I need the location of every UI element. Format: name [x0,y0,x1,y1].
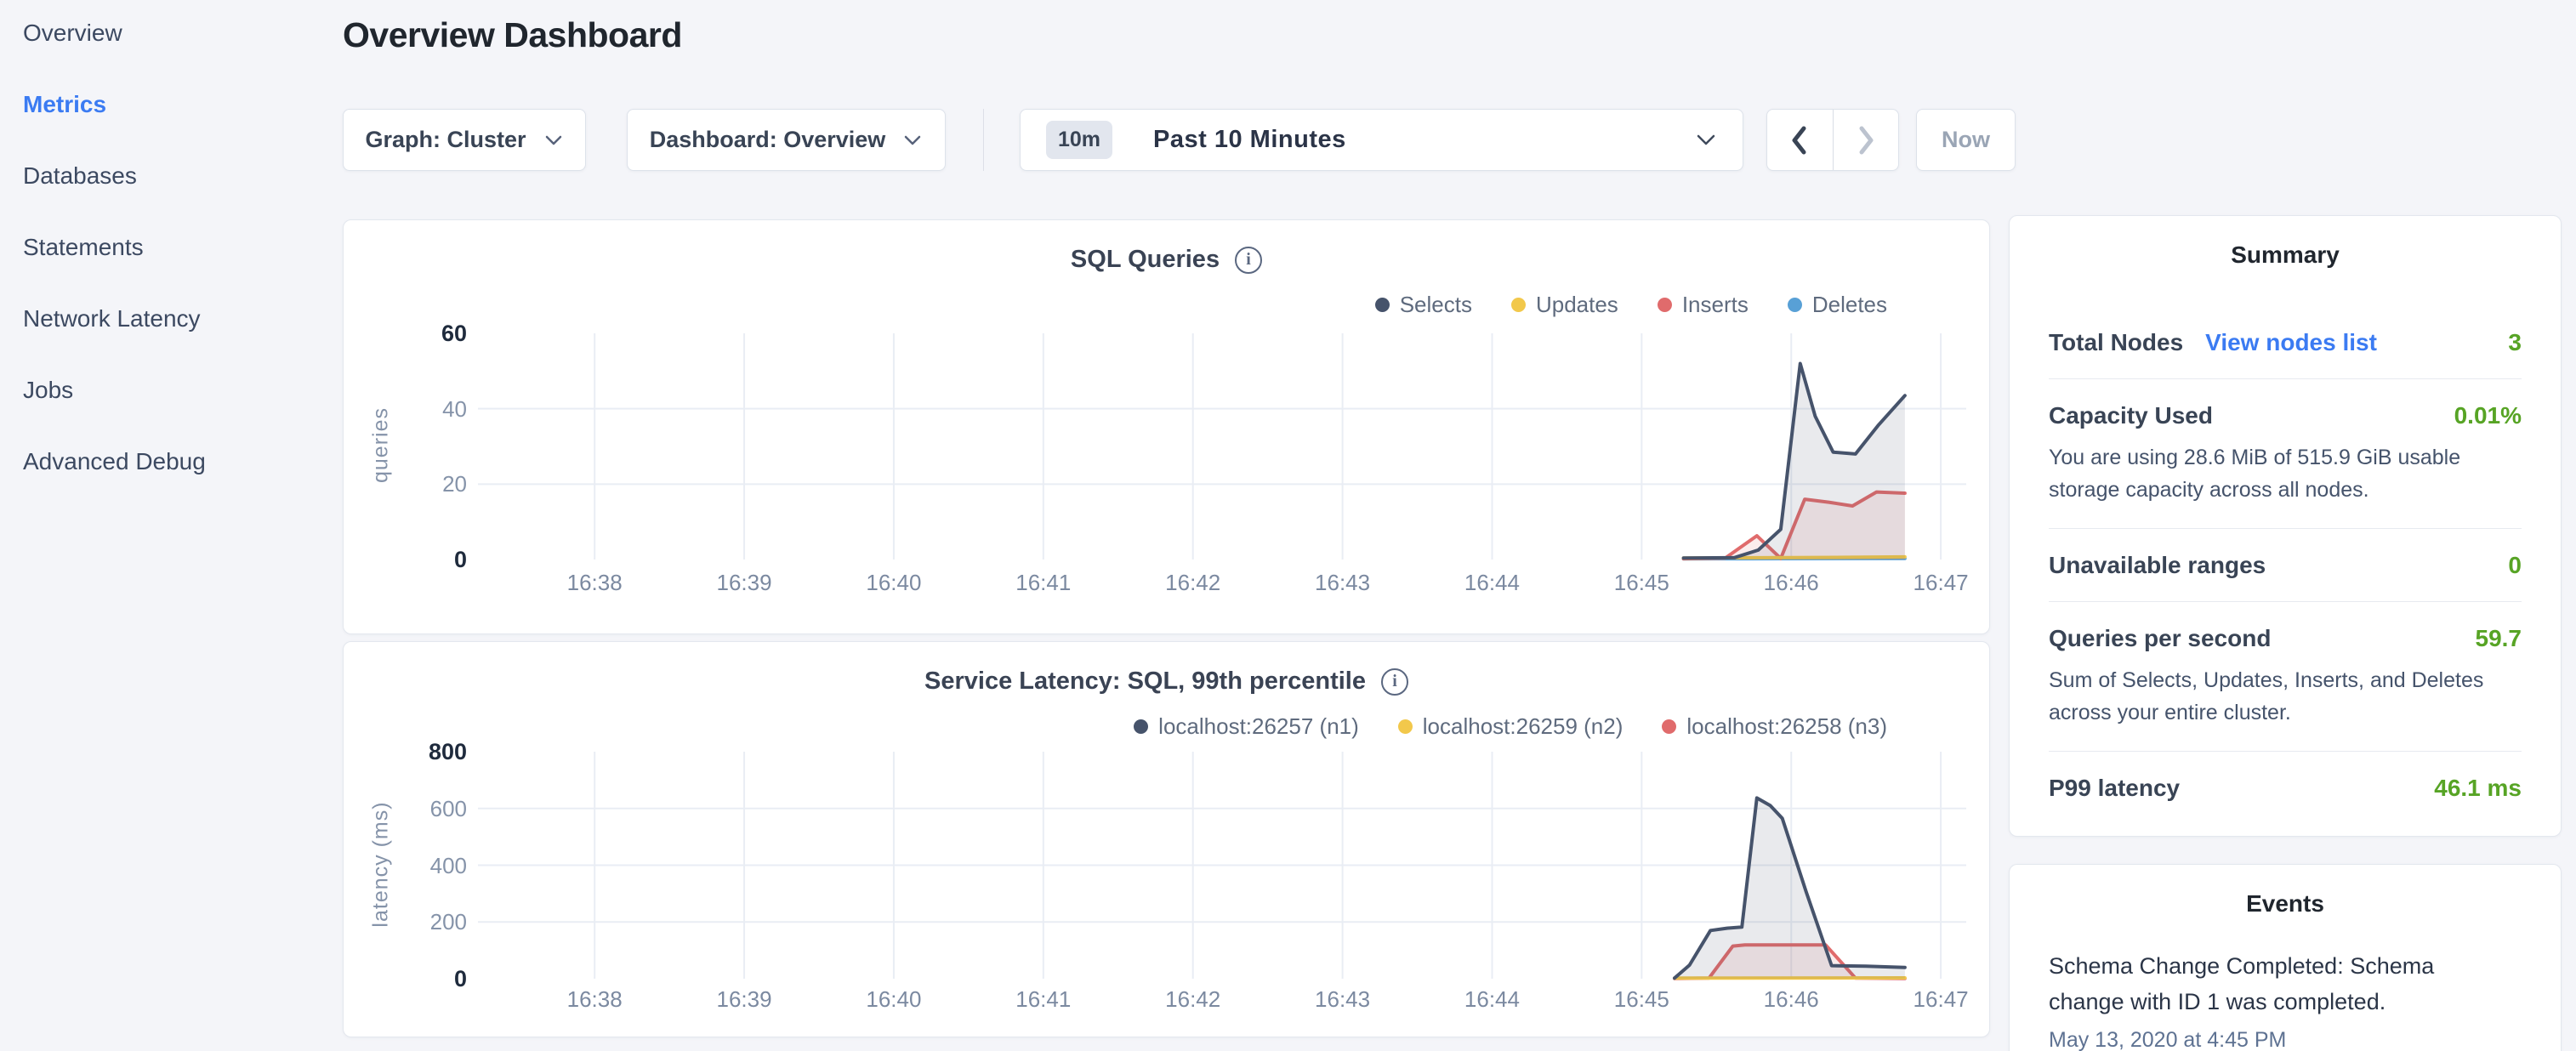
x-axis-tick: 16:41 [984,570,1103,596]
summary-rows: Total Nodes View nodes list 3 Capacity Used… [2010,306,2561,824]
summary-panel: Summary Total Nodes View nodes list 3 Capac… [2009,215,2562,837]
summary-row-capacity-used: Capacity Used 0.01% You are using 28.6 MiB… [2049,379,2522,529]
sidebar-item-overview[interactable]: Overview [23,20,312,47]
summary-row-description: Sum of Selects, Updates, Inserts, and De… [2049,664,2512,729]
time-back-button[interactable] [1767,110,1833,170]
x-axis-tick: 16:43 [1283,570,1402,596]
graph-dropdown-label: Graph: Cluster [365,127,526,153]
summary-row-value: 0.01% [2454,402,2522,429]
chart-plot-area: 020406016:3816:3916:4016:4116:4216:4316:… [344,220,1989,633]
x-axis-tick: 16:45 [1582,986,1701,1013]
summary-row-label: Total Nodes [2049,329,2183,356]
view-nodes-link[interactable]: View nodes list [2205,329,2377,356]
time-pager [1766,109,1899,171]
summary-row-value: 59.7 [2476,625,2522,652]
x-axis-tick: 16:39 [685,986,804,1013]
summary-row-label: Queries per second [2049,625,2271,652]
x-axis-tick: 16:42 [1134,570,1253,596]
sidebar-item-advanced-debug[interactable]: Advanced Debug [23,448,312,475]
sidebar-item-databases[interactable]: Databases [23,162,312,190]
sidebar-item-jobs[interactable]: Jobs [23,377,312,404]
summary-row-head: Capacity Used 0.01% [2049,402,2522,429]
sidebar-item-statements[interactable]: Statements [23,234,312,261]
summary-row-p99-latency: P99 latency 46.1 ms [2049,752,2522,824]
x-axis-tick: 16:45 [1582,570,1701,596]
summary-row-head: P99 latency 46.1 ms [2049,775,2522,802]
sql-queries-plot[interactable] [478,333,1966,560]
events-title: Events [2010,865,2561,917]
x-axis-tick: 16:38 [535,570,654,596]
summary-row-total-nodes: Total Nodes View nodes list 3 [2049,306,2522,379]
y-axis-label: queries [369,318,394,573]
y-axis-label: latency (ms) [369,736,394,991]
x-axis-tick: 16:46 [1732,986,1851,1013]
x-axis-tick: 16:42 [1134,986,1253,1013]
time-forward-button[interactable] [1833,110,1899,170]
events-panel: Events Schema Change Completed: Schema c… [2009,864,2562,1051]
cockroachdb-metrics-page: Overview Metrics Databases Statements Networ… [0,0,2576,1051]
graph-dropdown[interactable]: Graph: Cluster [343,109,586,171]
summary-title: Summary [2010,216,2561,269]
x-axis-tick: 16:44 [1432,570,1551,596]
summary-row-label: Capacity Used [2049,402,2213,429]
x-axis-tick: 16:44 [1432,986,1551,1013]
now-button[interactable]: Now [1916,109,2016,171]
service-latency-chart-card: Service Latency: SQL, 99th percentile i … [343,641,1990,1037]
x-axis-tick: 16:46 [1732,570,1851,596]
sql-queries-chart-card: SQL Queries i SelectsUpdatesInsertsDelet… [343,219,1990,634]
chevron-down-icon [902,134,923,147]
sidebar-item-network-latency[interactable]: Network Latency [23,305,312,332]
summary-row-head: Total Nodes View nodes list 3 [2049,329,2522,356]
chevron-left-icon [1788,123,1811,157]
summary-row-head: Unavailable ranges 0 [2049,552,2522,579]
summary-row-value: 0 [2508,552,2522,579]
x-axis-tick: 16:41 [984,986,1103,1013]
dashboard-dropdown-label: Dashboard: Overview [650,127,886,153]
chevron-right-icon [1854,123,1878,157]
x-axis-tick: 16:39 [685,570,804,596]
chart-plot-area: 020040060080016:3816:3916:4016:4116:4216… [344,642,1989,1037]
x-axis-tick: 16:38 [535,986,654,1013]
dashboard-dropdown[interactable]: Dashboard: Overview [627,109,946,171]
x-axis-tick: 16:40 [834,570,953,596]
time-window-label: Past 10 Minutes [1153,126,1678,154]
summary-row-description: You are using 28.6 MiB of 515.9 GiB usab… [2049,441,2512,506]
x-axis-tick: 16:47 [1881,986,2000,1013]
sidebar-item-metrics[interactable]: Metrics [23,91,312,118]
event-timestamp: May 13, 2020 at 4:45 PM [2049,1028,2522,1051]
series-area-selects [1684,364,1905,560]
series-area-localhost-26257-n1 [1675,798,1905,979]
summary-row-value: 3 [2508,329,2522,356]
chevron-down-icon [543,134,564,147]
summary-row-label: P99 latency [2049,775,2180,802]
summary-row-value: 46.1 ms [2434,775,2522,802]
summary-row-queries-per-second: Queries per second 59.7 Sum of Selects, Up… [2049,602,2522,752]
x-axis-tick: 16:40 [834,986,953,1013]
summary-row-unavailable-ranges: Unavailable ranges 0 [2049,529,2522,602]
sidebar-nav: Overview Metrics Databases Statements Networ… [23,20,312,475]
chevron-down-icon [1695,133,1717,148]
event-message: Schema Change Completed: Schema change w… [2049,948,2474,1020]
summary-row-head: Queries per second 59.7 [2049,625,2522,652]
time-window-badge: 10m [1046,121,1112,159]
service-latency-plot[interactable] [478,752,1966,979]
summary-row-label: Unavailable ranges [2049,552,2266,579]
x-axis-tick: 16:47 [1881,570,2000,596]
page-title: Overview Dashboard [343,15,682,55]
time-window-selector[interactable]: 10m Past 10 Minutes [1020,109,1743,171]
x-axis-tick: 16:43 [1283,986,1402,1013]
event-item: Schema Change Completed: Schema change w… [2010,917,2561,1051]
controls-divider [983,109,984,171]
